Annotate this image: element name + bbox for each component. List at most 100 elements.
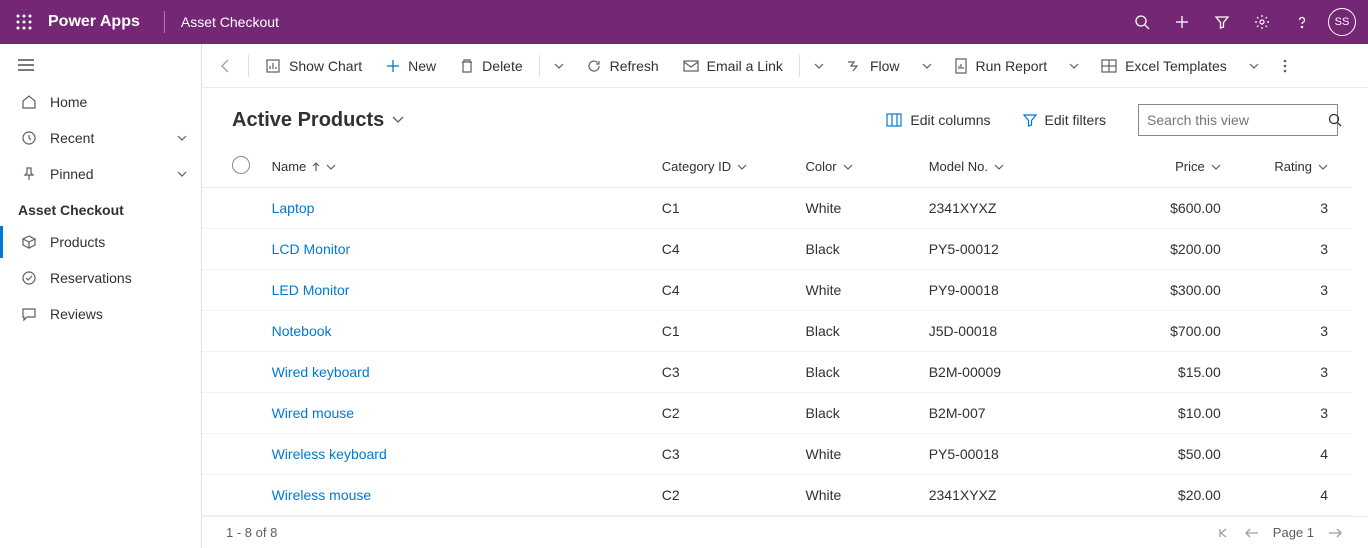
column-header-price[interactable]: Price	[1085, 146, 1229, 188]
sidebar-item-label: Reviews	[50, 306, 103, 322]
cell-category: C4	[654, 229, 798, 270]
row-select[interactable]	[202, 352, 264, 393]
help-icon[interactable]	[1282, 0, 1322, 44]
refresh-button[interactable]: Refresh	[576, 50, 669, 82]
report-dropdown[interactable]	[1061, 63, 1087, 69]
record-link[interactable]: Wireless keyboard	[272, 446, 387, 462]
table-row[interactable]: Wired keyboardC3BlackB2M-00009$15.003	[202, 352, 1352, 393]
run-report-button[interactable]: Run Report	[944, 50, 1058, 82]
new-button[interactable]: New	[376, 50, 446, 82]
chevron-down-icon	[737, 164, 747, 170]
cell-rating: 3	[1229, 188, 1352, 229]
view-selector[interactable]: Active Products	[232, 109, 404, 132]
column-header-rating[interactable]: Rating	[1229, 146, 1352, 188]
sidebar-item-pinned[interactable]: Pinned	[0, 156, 201, 192]
row-select[interactable]	[202, 475, 264, 516]
cell-rating: 4	[1229, 434, 1352, 475]
chevron-down-icon	[177, 171, 187, 177]
record-link[interactable]: Wireless mouse	[272, 487, 372, 503]
column-label: Price	[1175, 159, 1205, 174]
add-icon[interactable]	[1162, 0, 1202, 44]
back-button[interactable]	[210, 58, 242, 74]
record-link[interactable]: Laptop	[272, 200, 315, 216]
table-row[interactable]: LaptopC1White2341XYXZ$600.003	[202, 188, 1352, 229]
filter-icon[interactable]	[1202, 0, 1242, 44]
show-chart-button[interactable]: Show Chart	[255, 50, 372, 82]
cell-model: PY5-00018	[921, 434, 1085, 475]
column-header-color[interactable]: Color	[798, 146, 921, 188]
chevron-down-icon	[326, 164, 336, 170]
more-commands[interactable]	[1275, 58, 1295, 74]
record-link[interactable]: Wired mouse	[272, 405, 354, 421]
cell-category: C2	[654, 393, 798, 434]
trash-icon	[460, 58, 474, 74]
app-name: Power Apps	[48, 13, 140, 31]
table-row[interactable]: LCD MonitorC4BlackPY5-00012$200.003	[202, 229, 1352, 270]
settings-icon[interactable]	[1242, 0, 1282, 44]
table-row[interactable]: Wireless mouseC2White2341XYXZ$20.004	[202, 475, 1352, 516]
search-view-box[interactable]	[1138, 104, 1338, 136]
grid-footer: 1 - 8 of 8 Page 1	[202, 516, 1368, 548]
row-select[interactable]	[202, 188, 264, 229]
table-header-row: Name Category ID Color Model No	[202, 146, 1352, 188]
row-select[interactable]	[202, 270, 264, 311]
flow-dropdown[interactable]	[914, 63, 940, 69]
sidebar-item-reservations[interactable]: Reservations	[0, 260, 201, 296]
sidebar-item-recent[interactable]: Recent	[0, 120, 201, 156]
table-row[interactable]: NotebookC1BlackJ5D-00018$700.003	[202, 311, 1352, 352]
record-link[interactable]: Wired keyboard	[272, 364, 370, 380]
environment-name[interactable]: Asset Checkout	[181, 14, 279, 30]
sidebar-item-label: Products	[50, 234, 105, 250]
funnel-icon	[1023, 113, 1037, 127]
user-avatar[interactable]: SS	[1328, 8, 1356, 36]
table-row[interactable]: LED MonitorC4WhitePY9-00018$300.003	[202, 270, 1352, 311]
excel-templates-button[interactable]: Excel Templates	[1091, 50, 1237, 82]
delete-button[interactable]: Delete	[450, 50, 532, 82]
prev-page-button[interactable]	[1243, 526, 1261, 540]
plus-icon	[386, 59, 400, 73]
row-select[interactable]	[202, 434, 264, 475]
column-label: Name	[272, 159, 307, 174]
command-label: Delete	[482, 58, 522, 74]
cell-name: Wired mouse	[264, 393, 654, 434]
column-header-model[interactable]: Model No.	[921, 146, 1085, 188]
cell-category: C1	[654, 311, 798, 352]
excel-dropdown[interactable]	[1241, 63, 1267, 69]
search-input[interactable]	[1147, 112, 1328, 128]
report-icon	[954, 58, 968, 74]
row-select[interactable]	[202, 311, 264, 352]
row-select[interactable]	[202, 229, 264, 270]
global-header: Power Apps Asset Checkout SS	[0, 0, 1368, 44]
first-page-button[interactable]	[1215, 525, 1231, 541]
cell-category: C3	[654, 352, 798, 393]
table-row[interactable]: Wired mouseC2BlackB2M-007$10.003	[202, 393, 1352, 434]
cell-price: $10.00	[1085, 393, 1229, 434]
delete-dropdown[interactable]	[546, 63, 572, 69]
record-link[interactable]: Notebook	[272, 323, 332, 339]
sidebar-item-reviews[interactable]: Reviews	[0, 296, 201, 332]
record-link[interactable]: LCD Monitor	[272, 241, 351, 257]
column-header-category[interactable]: Category ID	[654, 146, 798, 188]
sidebar-item-products[interactable]: Products	[0, 224, 201, 260]
record-range: 1 - 8 of 8	[226, 525, 277, 540]
search-icon[interactable]	[1122, 0, 1162, 44]
email-dropdown[interactable]	[806, 63, 832, 69]
refresh-icon	[586, 58, 602, 74]
email-link-button[interactable]: Email a Link	[673, 50, 793, 82]
app-launcher-icon[interactable]	[8, 6, 40, 38]
sort-asc-icon	[312, 162, 320, 172]
column-header-name[interactable]: Name	[264, 146, 654, 188]
table-row[interactable]: Wireless keyboardC3WhitePY5-00018$50.004	[202, 434, 1352, 475]
header-divider	[164, 11, 165, 33]
sidebar-toggle[interactable]	[0, 46, 201, 84]
sidebar-item-home[interactable]: Home	[0, 84, 201, 120]
row-select[interactable]	[202, 393, 264, 434]
cell-price: $50.00	[1085, 434, 1229, 475]
record-link[interactable]: LED Monitor	[272, 282, 350, 298]
next-page-button[interactable]	[1326, 526, 1344, 540]
cell-model: 2341XYXZ	[921, 188, 1085, 229]
flow-button[interactable]: Flow	[836, 50, 910, 82]
edit-columns-button[interactable]: Edit columns	[878, 108, 998, 132]
edit-filters-button[interactable]: Edit filters	[1015, 108, 1114, 132]
select-all-header[interactable]	[202, 146, 264, 188]
